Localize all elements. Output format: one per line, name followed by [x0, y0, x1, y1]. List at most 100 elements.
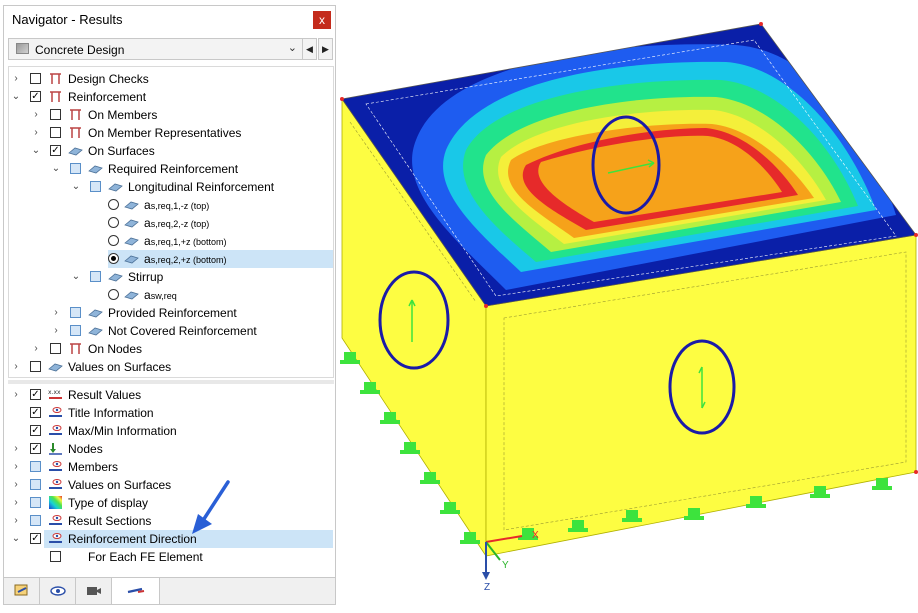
checkbox[interactable]: ✓ [30, 533, 41, 544]
collapse-icon[interactable]: ⌄ [70, 268, 82, 286]
checkbox[interactable] [50, 109, 61, 120]
radio-button[interactable] [108, 217, 119, 228]
tab-results[interactable] [112, 578, 160, 604]
checkbox[interactable] [50, 127, 61, 138]
concrete-box-model[interactable] [336, 0, 918, 610]
module-select[interactable]: Concrete Design ⌄ [8, 38, 304, 60]
checkbox[interactable] [30, 73, 41, 84]
checkbox[interactable] [90, 181, 101, 192]
checkbox[interactable]: ✓ [30, 443, 41, 454]
checkbox[interactable]: ✓ [50, 145, 61, 156]
tree-item-label: as,req,2,-z (top) [144, 216, 210, 230]
tab-camera[interactable] [76, 578, 112, 604]
collapse-icon[interactable]: ⌄ [50, 160, 62, 178]
tree-item-longitudinal-reinforcement[interactable]: ⌄ Longitudinal Reinforcement [70, 178, 330, 196]
tree-item-label: Reinforcement Direction [68, 532, 197, 546]
tree-item-on-member-representatives[interactable]: › On Member Representatives [30, 124, 330, 142]
tree-item-max-min-information[interactable]: ✓ Max/Min Information [10, 422, 330, 440]
collapse-icon[interactable]: ⌄ [70, 178, 82, 196]
expand-icon[interactable]: › [50, 304, 62, 322]
expand-icon[interactable]: › [10, 358, 22, 376]
model-viewport[interactable]: X Y Z [336, 0, 918, 610]
display-eye-icon [49, 515, 62, 525]
tree-item-nodes[interactable]: › ✓ Nodes [10, 440, 330, 458]
radio-button[interactable] [108, 289, 119, 300]
tree-item-stirrup[interactable]: ⌄ Stirrup [70, 268, 330, 286]
tree-item-values-on-surfaces[interactable]: › Values on Surfaces [10, 358, 330, 376]
tree-item-result-sections[interactable]: › Result Sections [10, 512, 330, 530]
expand-icon[interactable]: › [10, 512, 22, 530]
checkbox[interactable] [50, 343, 61, 354]
checkbox[interactable] [30, 515, 41, 526]
prev-module-button[interactable]: ◀ [302, 38, 317, 60]
tree-item-reinforcement-direction[interactable]: ⌄ ✓ Reinforcement Direction [10, 530, 330, 548]
tree-item-for-each-fe-element[interactable]: For Each FE Element [30, 548, 330, 566]
member-result-icon [70, 109, 81, 120]
tree-item-label: Design Checks [68, 72, 149, 86]
tree-item-label: as,req,1,+z (bottom) [144, 234, 227, 248]
surface-icon [88, 327, 103, 336]
tree-item-on-surfaces[interactable]: ⌄ ✓ On Surfaces [30, 142, 330, 160]
tree-item-result-values[interactable]: › ✓ x.xx Result Values [10, 386, 330, 404]
tree-item-as-req-2-bottom[interactable]: as,req,2,+z (bottom) [104, 250, 330, 268]
tab-data[interactable] [4, 578, 40, 604]
collapse-icon[interactable]: ⌄ [10, 88, 22, 106]
tree-item-label: Type of display [68, 496, 149, 510]
tree-item-label: Values on Surfaces [68, 360, 172, 374]
expand-icon[interactable]: › [10, 386, 22, 404]
expand-icon[interactable]: › [30, 124, 42, 142]
tree-item-on-members[interactable]: › On Members [30, 106, 330, 124]
chevron-down-icon[interactable]: ⌄ [288, 41, 297, 54]
panel-splitter[interactable] [8, 380, 334, 384]
expand-icon[interactable]: › [10, 458, 22, 476]
tab-view[interactable] [40, 578, 76, 604]
radio-button-selected[interactable] [108, 253, 119, 264]
checkbox[interactable] [30, 479, 41, 490]
tree-item-display-values-on-surfaces[interactable]: › Values on Surfaces [10, 476, 330, 494]
checkbox[interactable]: ✓ [30, 389, 41, 400]
tree-item-on-nodes[interactable]: › On Nodes [30, 340, 330, 358]
tree-item-as-req-2-top[interactable]: as,req,2,-z (top) [104, 214, 330, 232]
radio-button[interactable] [108, 235, 119, 246]
checkbox[interactable] [90, 271, 101, 282]
checkbox[interactable] [30, 461, 41, 472]
member-result-icon [50, 91, 61, 102]
expand-icon[interactable]: › [50, 322, 62, 340]
close-button[interactable]: x [313, 11, 331, 29]
expand-icon[interactable]: › [10, 476, 22, 494]
tree-item-label: Stirrup [128, 270, 164, 284]
tree-item-asw-req[interactable]: asw,req [104, 286, 330, 304]
expand-icon[interactable]: › [30, 340, 42, 358]
expand-icon[interactable]: › [10, 494, 22, 512]
expand-icon[interactable]: › [10, 440, 22, 458]
tree-item-label: Not Covered Reinforcement [108, 324, 257, 338]
expand-icon[interactable]: › [10, 70, 22, 88]
collapse-icon[interactable]: ⌄ [30, 142, 42, 160]
checkbox[interactable] [50, 551, 61, 562]
tree-item-required-reinforcement[interactable]: ⌄ Required Reinforcement [50, 160, 330, 178]
collapse-icon[interactable]: ⌄ [10, 530, 22, 548]
checkbox[interactable]: ✓ [30, 407, 41, 418]
next-module-button[interactable]: ▶ [318, 38, 333, 60]
tree-item-reinforcement[interactable]: ⌄ ✓ Reinforcement [10, 88, 330, 106]
tree-item-as-req-1-bottom[interactable]: as,req,1,+z (bottom) [104, 232, 330, 250]
tree-item-as-req-1-top[interactable]: as,req,1,-z (top) [104, 196, 330, 214]
tree-item-type-of-display[interactable]: › Type of display [10, 494, 330, 512]
tree-item-not-covered-reinforcement[interactable]: › Not Covered Reinforcement [50, 322, 330, 340]
tree-item-design-checks[interactable]: › Design Checks [10, 70, 330, 88]
checkbox[interactable] [70, 325, 81, 336]
expand-icon[interactable]: › [30, 106, 42, 124]
tree-item-provided-reinforcement[interactable]: › Provided Reinforcement [50, 304, 330, 322]
radio-button[interactable] [108, 199, 119, 210]
tree-item-members[interactable]: › Members [10, 458, 330, 476]
checkbox[interactable] [30, 361, 41, 372]
checkbox[interactable] [70, 307, 81, 318]
axis-y-label: Y [502, 560, 509, 571]
checkbox[interactable]: ✓ [30, 91, 41, 102]
checkbox[interactable] [70, 163, 81, 174]
checkbox[interactable]: ✓ [30, 425, 41, 436]
surface-icon [48, 363, 63, 372]
surface-icon [108, 183, 123, 192]
tree-item-title-information[interactable]: ✓ Title Information [10, 404, 330, 422]
checkbox[interactable] [30, 497, 41, 508]
